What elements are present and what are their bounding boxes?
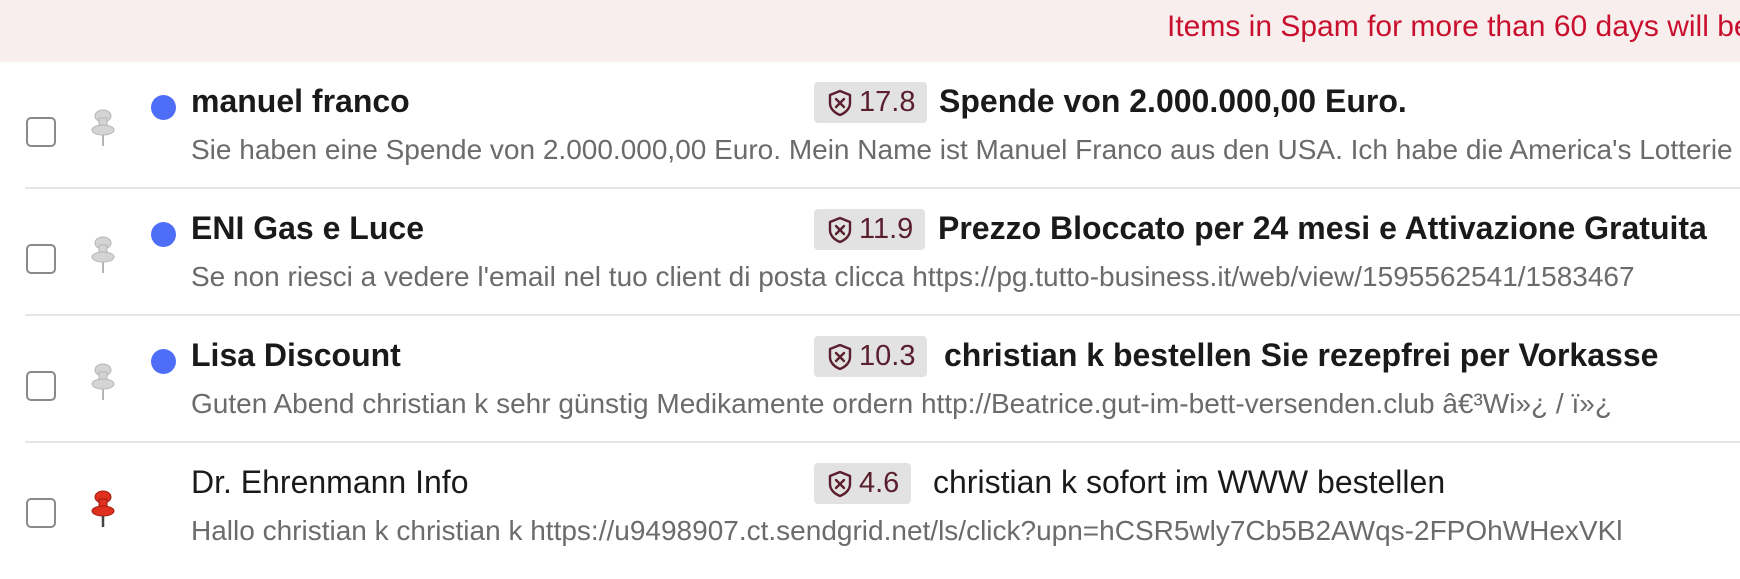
spam-retention-notice: Items in Spam for more than 60 days will… xyxy=(1167,10,1740,43)
spam-score-value: 11.9 xyxy=(859,213,914,245)
message-sender: Lisa Discount xyxy=(191,337,401,373)
pin-icon[interactable] xyxy=(89,235,117,275)
spam-retention-banner: Items in Spam for more than 60 days will… xyxy=(0,0,1740,62)
pin-icon[interactable] xyxy=(89,108,117,148)
spam-score-value: 4.6 xyxy=(859,467,900,499)
shield-x-icon xyxy=(828,89,852,116)
message-sender: manuel franco xyxy=(191,83,410,119)
message-row[interactable]: Lisa Discount 10.3 christian k bestellen… xyxy=(0,316,1740,443)
message-subject: Prezzo Bloccato per 24 mesi e Attivazion… xyxy=(938,210,1707,246)
message-select-checkbox[interactable] xyxy=(26,371,56,401)
message-list: manuel franco 17.8 Spende von 2.000.000,… xyxy=(0,62,1740,579)
shield-x-icon xyxy=(828,470,852,497)
message-subject: Spende von 2.000.000,00 Euro. xyxy=(939,83,1407,119)
message-sender: ENI Gas e Luce xyxy=(191,210,424,246)
spam-score-badge: 10.3 xyxy=(814,336,928,377)
message-preview: Hallo christian k christian k https://u9… xyxy=(191,515,1623,546)
spam-score-badge: 4.6 xyxy=(814,463,912,504)
spam-score-value: 10.3 xyxy=(859,340,916,372)
message-row[interactable]: Dr. Ehrenmann Info 4.6 christian k sofor… xyxy=(0,443,1740,570)
message-row[interactable]: ENI Gas e Luce 11.9 Prezzo Bloccato per … xyxy=(0,189,1740,316)
pin-icon[interactable] xyxy=(89,489,117,529)
message-sender: Dr. Ehrenmann Info xyxy=(191,464,469,500)
message-select-checkbox[interactable] xyxy=(26,498,56,528)
message-subject: christian k sofort im WWW bestellen xyxy=(933,464,1446,500)
message-select-checkbox[interactable] xyxy=(26,244,56,274)
unread-indicator-dot[interactable] xyxy=(151,349,176,374)
spam-score-badge: 17.8 xyxy=(814,82,928,123)
message-subject: christian k bestellen Sie rezepfrei per … xyxy=(944,337,1659,373)
message-row[interactable]: manuel franco 17.8 Spende von 2.000.000,… xyxy=(0,62,1740,189)
unread-indicator-dot[interactable] xyxy=(151,95,176,120)
message-select-checkbox[interactable] xyxy=(26,117,56,147)
unread-indicator-dot[interactable] xyxy=(151,222,176,247)
message-preview: Guten Abend christian k sehr günstig Med… xyxy=(191,388,1612,419)
shield-x-icon xyxy=(828,216,852,243)
pin-icon[interactable] xyxy=(89,362,117,402)
message-preview: Se non riesci a vedere l'email nel tuo c… xyxy=(191,261,1635,292)
spam-score-badge: 11.9 xyxy=(814,209,926,250)
shield-x-icon xyxy=(828,343,852,370)
spam-score-value: 17.8 xyxy=(859,86,916,118)
message-preview: Sie haben eine Spende von 2.000.000,00 E… xyxy=(191,134,1733,165)
